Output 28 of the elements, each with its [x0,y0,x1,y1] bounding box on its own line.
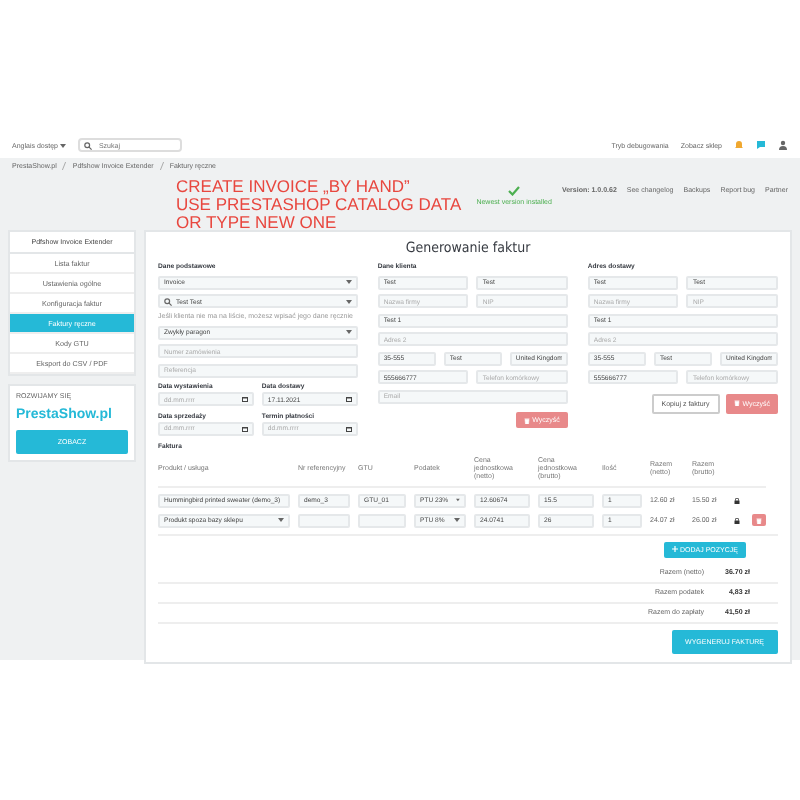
trash-icon [733,400,740,406]
plus-icon [671,546,678,553]
separator-icon [159,162,164,170]
lock-icon[interactable] [734,497,740,504]
separator-icon [62,162,67,170]
user-icon[interactable] [778,140,788,150]
check-icon [508,186,521,196]
delete-button[interactable] [752,514,766,527]
chat-icon[interactable] [756,140,766,150]
caret-icon [345,280,352,284]
calendar-icon [345,396,352,403]
trash-icon [523,417,530,423]
caret-icon [60,143,67,147]
lock-icon[interactable] [734,517,740,524]
caret-icon [345,330,352,335]
caret-icon [345,299,352,303]
calendar-icon [241,425,248,432]
promo-heading: CREATE INVOICE „BY HAND” USE PRESTASHOP CATALOG DATA OR TYPE NEW ONE [176,178,462,232]
input-field[interactable] [298,513,350,528]
input-field[interactable] [358,513,406,528]
trash-icon [755,517,761,524]
bell-icon[interactable] [734,140,744,150]
caret-icon [454,518,460,523]
calendar-icon [241,396,248,403]
search-icon [84,141,93,149]
caret-icon [278,518,284,523]
search-icon [164,297,172,305]
calendar-icon [345,425,352,432]
